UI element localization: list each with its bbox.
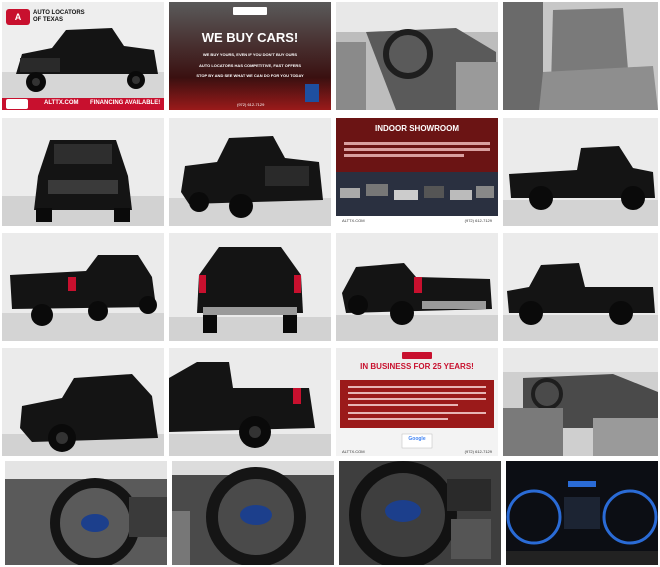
logo-icon: A [6,9,30,25]
showroom-title: INDOOR SHOWROOM [375,124,459,133]
photo-front-left-low[interactable] [2,348,164,456]
truck-front-view-image [2,118,164,226]
photo-gallery-grid: A AUTO LOCATORS OF TEXAS ALTTX.COM FINAN… [0,0,660,567]
photo-rear[interactable] [169,233,331,341]
business-logo-icon [402,352,432,359]
business-google: Google [408,436,426,442]
logo-badge: A AUTO LOCATORS OF TEXAS [6,6,85,28]
photo-interior-passenger[interactable] [503,348,658,456]
showroom-phone: (972) 612-7129 [464,218,492,223]
logo-line2: OF TEXAS [33,17,64,23]
truck-front-left-image [2,348,164,456]
business-title: IN BUSINESS FOR 25 YEARS! [360,362,474,371]
seats-image [503,2,658,110]
photo-front[interactable] [2,118,164,226]
steering-wheel-close-image [172,461,334,565]
photo-rear-right[interactable] [336,233,498,341]
photo-interior-driver[interactable] [336,2,498,110]
photo-steering-wheel-2[interactable] [172,461,334,565]
photo-steering-wheel-1[interactable] [5,461,167,565]
banner-financing: FINANCING AVAILABLE! [90,100,161,106]
photo-front-three-quarter-banner[interactable]: A AUTO LOCATORS OF TEXAS ALTTX.COM FINAN… [2,2,164,110]
truck-rear-left-image [2,233,164,341]
showroom-background [336,118,498,226]
truck-side-image [503,118,658,226]
photo-side-right[interactable] [503,233,658,341]
promo-in-business-25-years[interactable]: IN BUSINESS FOR 25 YEARS! Google ALTTX.C… [336,348,498,456]
photo-interior-seats[interactable] [503,2,658,110]
footer-logo-icon [6,99,28,109]
photo-steering-wheel-3[interactable] [339,461,501,565]
buy-cars-title: WE BUY CARS! [201,30,299,45]
steering-wheel-center-image [339,461,501,565]
promo-we-buy-cars[interactable]: WE BUY CARS! WE BUY YOURS, EVEN IF YOU D… [169,2,331,110]
steering-wheel-image [5,461,167,565]
business-site: ALTTX.COM [342,449,365,454]
banner-site: ALTTX.COM [44,100,79,106]
logo-line1: AUTO LOCATORS [33,10,85,16]
buy-cars-line3: STOP BY AND SEE WHAT WE CAN DO FOR YOU T… [196,73,304,78]
buy-cars-phone: (972) 612-7129 [237,102,265,107]
business-phone: (972) 612-7129 [464,449,492,454]
truck-rear-right-image [336,233,498,341]
photo-side-rear-close[interactable] [169,348,331,456]
promo-indoor-showroom[interactable]: INDOOR SHOWROOM ALTTX.COM (972) 612-7129 [336,118,498,226]
photo-rear-left[interactable] [2,233,164,341]
truck-side-right-image [503,233,658,341]
truck-side-close-image [169,348,331,456]
photo-side-left[interactable] [503,118,658,226]
instrument-cluster-image [506,461,658,565]
photo-instrument-cluster[interactable] [506,461,658,565]
buy-cars-line2: AUTO LOCATORS HAS COMPETITIVE, FAST OFFE… [198,63,301,68]
interior-passenger-image [503,348,658,456]
buy-cars-line1: WE BUY YOURS, EVEN IF YOU DON'T BUY OURS [202,52,298,57]
interior-image [336,2,498,110]
promo-logo-icon [233,7,267,15]
truck-front-right-image [169,118,331,226]
showroom-site: ALTTX.COM [342,218,365,223]
photo-front-right[interactable] [169,118,331,226]
truck-rear-image [169,233,331,341]
